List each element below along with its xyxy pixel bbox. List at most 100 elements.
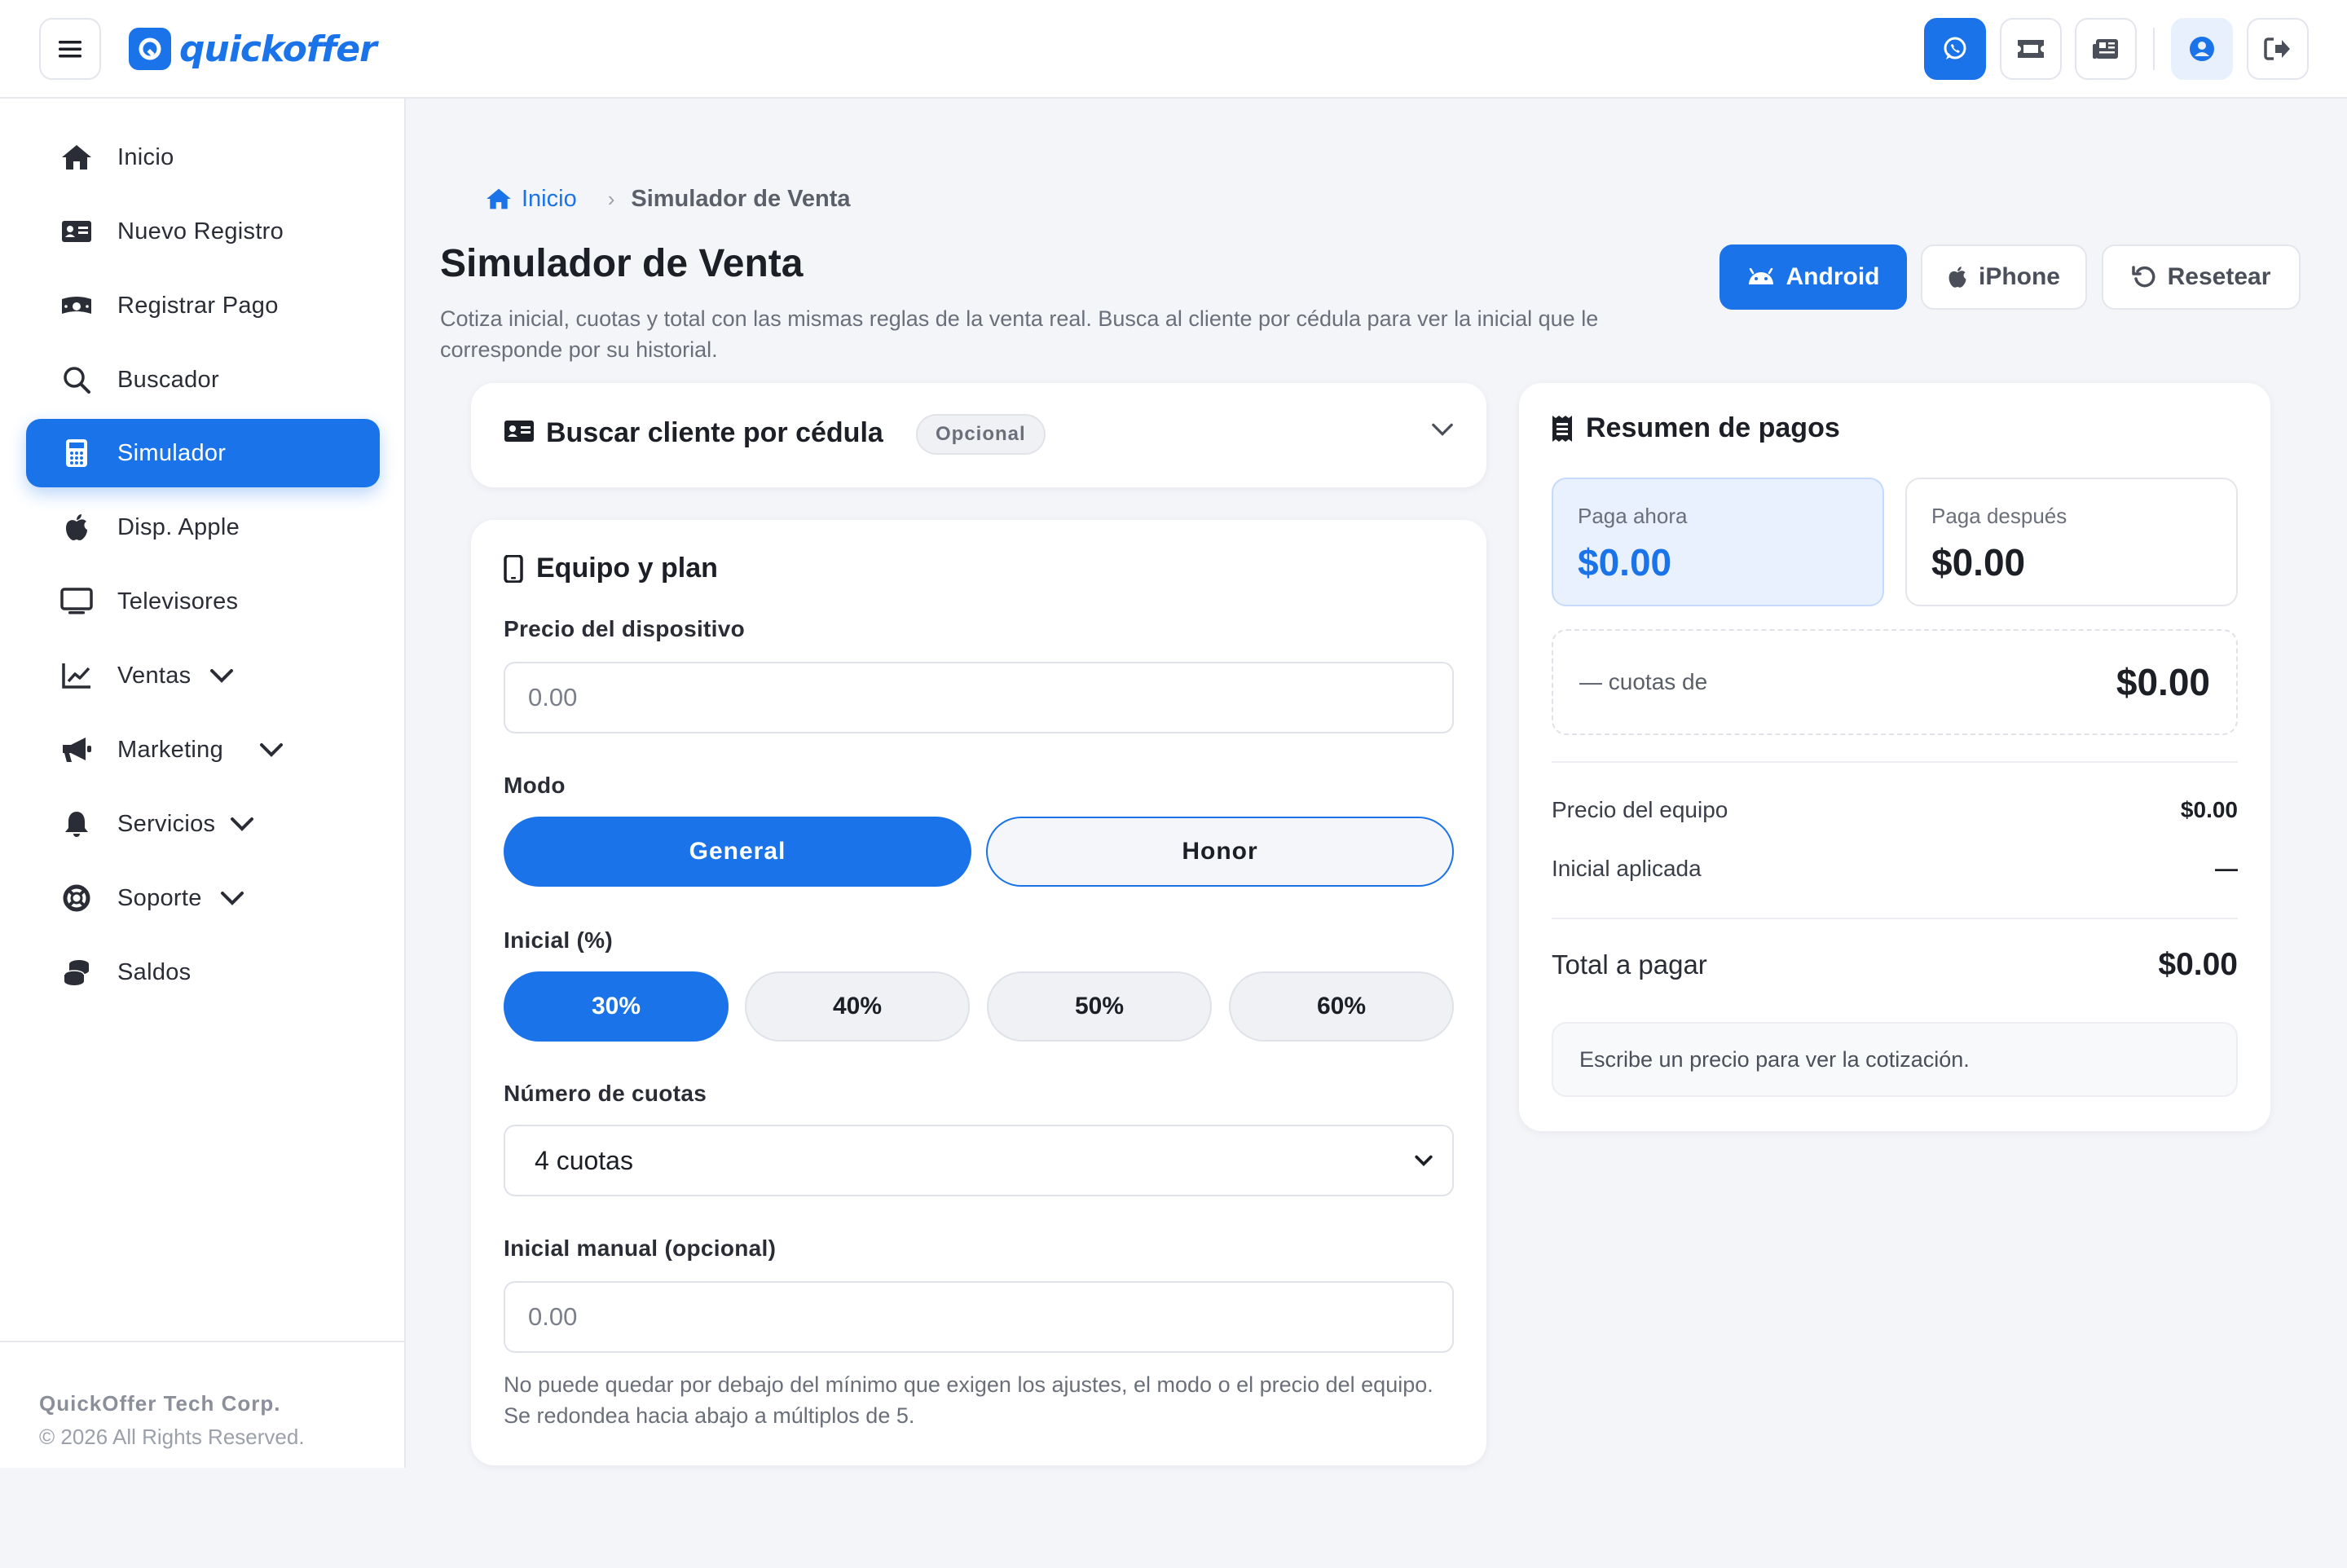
- mode-label: Modo: [504, 773, 566, 798]
- percent-50-button[interactable]: 50%: [987, 971, 1212, 1042]
- breadcrumb: Inicio › Simulador de Venta: [486, 181, 851, 217]
- footer-company: QuickOffer Tech Corp.: [39, 1391, 281, 1416]
- whatsapp-button[interactable]: [1924, 18, 1986, 80]
- id-card-icon: [504, 419, 535, 443]
- chart-line-icon: [60, 659, 93, 692]
- menu-toggle-button[interactable]: [39, 18, 101, 80]
- chevron-down-icon: [209, 668, 234, 683]
- device-price-row-value: $0.00: [2180, 797, 2238, 822]
- home-icon: [486, 187, 512, 210]
- pay-now-label: Paga ahora: [1578, 504, 1688, 528]
- sidebar-item-soporte[interactable]: Soporte: [26, 864, 380, 932]
- sidebar-item-nuevo-registro[interactable]: Nuevo Registro: [26, 197, 380, 266]
- manual-inicial-label: Inicial manual (opcional): [504, 1235, 777, 1261]
- pay-later-value: $0.00: [1931, 541, 2026, 584]
- footer-copyright: © 2026 All Rights Reserved.: [39, 1425, 305, 1449]
- chevron-down-icon: [1415, 1155, 1433, 1166]
- android-icon: [1747, 268, 1775, 286]
- sidebar-item-simulador[interactable]: Simulador: [26, 419, 380, 487]
- sidebar-item-registrar-pago[interactable]: Registrar Pago: [26, 271, 380, 340]
- device-price-row: Precio del equipo $0.00: [1552, 797, 2238, 823]
- sidebar-item-label: Registrar Pago: [117, 292, 279, 319]
- reset-button[interactable]: Resetear: [2102, 244, 2301, 310]
- sidebar-item-servicios[interactable]: Servicios: [26, 790, 380, 858]
- top-divider: [2153, 28, 2155, 70]
- sidebar-item-label: Televisores: [117, 588, 239, 614]
- breadcrumb-current: Simulador de Venta: [631, 185, 851, 212]
- apple-icon: [1948, 266, 1967, 288]
- bullhorn-icon: [60, 733, 93, 766]
- brand-logo[interactable]: quickoffer: [129, 24, 377, 73]
- chevron-down-icon: [220, 891, 244, 905]
- pay-later-box: Paga después $0.00: [1905, 478, 2238, 606]
- chevron-down-icon[interactable]: [1431, 422, 1454, 437]
- pay-now-box: Paga ahora $0.00: [1552, 478, 1884, 606]
- percent-40-button[interactable]: 40%: [745, 971, 970, 1042]
- chevron-down-icon: [259, 742, 284, 757]
- iphone-button[interactable]: iPhone: [1921, 244, 2087, 310]
- mobile-phone-icon: [504, 554, 523, 583]
- ticket-button[interactable]: [2000, 18, 2062, 80]
- sidebar-item-label: Saldos: [117, 958, 192, 985]
- inicial-percent-label: Inicial (%): [504, 927, 613, 953]
- profile-button[interactable]: [2171, 18, 2233, 80]
- breadcrumb-home-link[interactable]: Inicio: [486, 186, 577, 213]
- calculator-icon: [60, 437, 93, 469]
- installments-summary-value: $0.00: [2116, 661, 2210, 703]
- manual-inicial-input[interactable]: [504, 1281, 1454, 1353]
- sidebar-item-buscador[interactable]: Buscador: [26, 346, 380, 414]
- pay-later-label: Paga después: [1931, 504, 2067, 528]
- home-icon: [60, 141, 93, 174]
- hamburger-icon: [59, 39, 81, 59]
- android-button-label: Android: [1786, 263, 1880, 290]
- sidebar: Inicio Nuevo Registro Registrar Pago Bus…: [0, 99, 406, 1468]
- chevron-down-icon: [230, 817, 254, 831]
- manual-inicial-help: No puede quedar por debajo del mínimo qu…: [504, 1372, 1433, 1428]
- sidebar-footer: QuickOffer Tech Corp. © 2026 All Rights …: [0, 1341, 404, 1468]
- id-card-icon: [60, 215, 93, 248]
- ticket-icon: [2016, 38, 2045, 59]
- user-circle-icon: [2188, 35, 2216, 63]
- search-client-card[interactable]: Buscar cliente por cédula Opcional: [471, 383, 1486, 487]
- receipt-icon: [1552, 415, 1573, 443]
- breadcrumb-separator: ›: [607, 186, 615, 211]
- android-button[interactable]: Android: [1720, 244, 1907, 310]
- summary-divider: [1552, 761, 2238, 763]
- sidebar-item-label: Disp. Apple: [117, 513, 240, 540]
- sidebar-item-label: Nuevo Registro: [117, 218, 284, 244]
- whatsapp-icon: [1941, 35, 1969, 63]
- mode-general-button[interactable]: General: [504, 817, 971, 887]
- sidebar-item-disp-apple[interactable]: Disp. Apple: [26, 493, 380, 562]
- pay-now-value: $0.00: [1578, 541, 1672, 584]
- total-row: Total a pagar $0.00: [1552, 947, 2238, 983]
- undo-icon: [2131, 265, 2156, 289]
- money-bill-icon: [60, 289, 93, 322]
- installments-summary-label: — cuotas de: [1579, 669, 1708, 694]
- total-label: Total a pagar: [1552, 949, 1707, 980]
- sidebar-item-televisores[interactable]: Televisores: [26, 567, 380, 636]
- logo-mark-icon: [129, 28, 171, 70]
- sidebar-item-label: Inicio: [117, 143, 174, 170]
- total-value: $0.00: [2158, 947, 2238, 982]
- applied-inicial-value: —: [2215, 856, 2238, 881]
- sidebar-item-label: Ventas: [117, 662, 192, 689]
- sidebar-item-ventas[interactable]: Ventas: [26, 641, 380, 710]
- sidebar-item-marketing[interactable]: Marketing: [26, 716, 380, 784]
- equipment-plan-title-label: Equipo y plan: [536, 553, 718, 584]
- logout-button[interactable]: [2247, 18, 2309, 80]
- sidebar-item-label: Buscador: [117, 366, 219, 393]
- search-icon: [60, 363, 93, 396]
- reset-button-label: Resetear: [2167, 263, 2271, 290]
- installments-select[interactable]: 4 cuotas: [504, 1125, 1454, 1196]
- device-price-input[interactable]: [504, 662, 1454, 733]
- percent-30-button[interactable]: 30%: [504, 971, 729, 1042]
- summary-title: Resumen de pagos: [1552, 412, 1840, 444]
- search-client-title: Buscar cliente por cédula: [546, 417, 883, 448]
- news-button[interactable]: [2075, 18, 2137, 80]
- percent-60-button[interactable]: 60%: [1229, 971, 1454, 1042]
- breadcrumb-home-label: Inicio: [522, 185, 577, 212]
- mode-honor-button[interactable]: Honor: [986, 817, 1454, 887]
- sidebar-item-inicio[interactable]: Inicio: [26, 123, 380, 192]
- top-bar: quickoffer: [0, 0, 2347, 99]
- sidebar-item-saldos[interactable]: Saldos: [26, 938, 380, 1006]
